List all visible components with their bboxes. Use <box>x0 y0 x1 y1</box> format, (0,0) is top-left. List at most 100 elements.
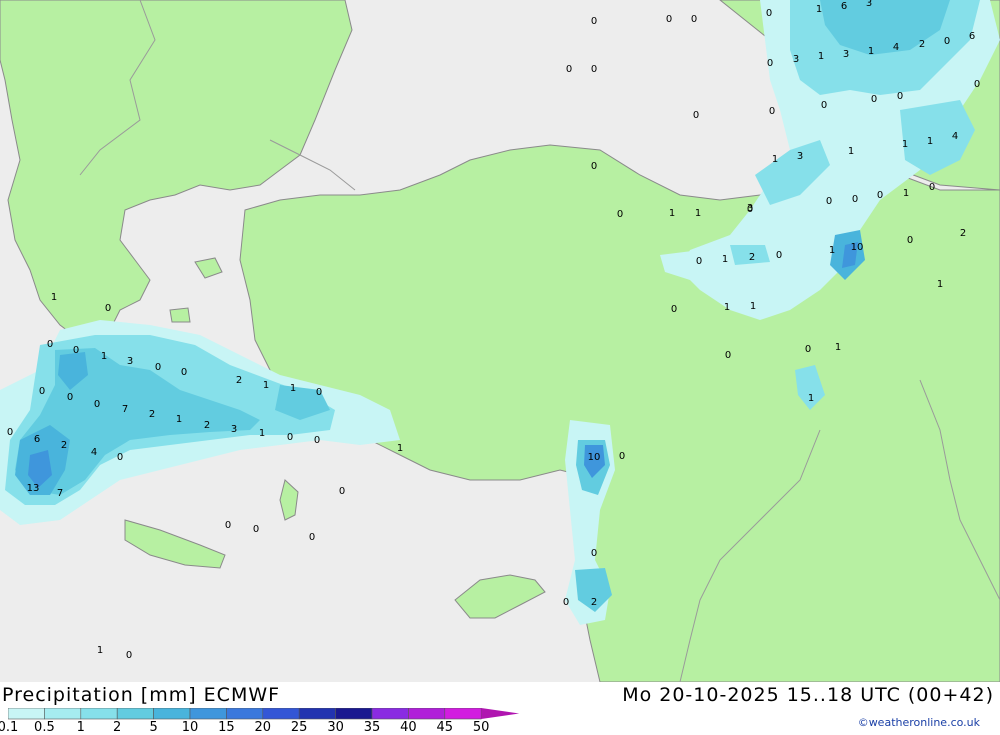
precip-value-label: 0 <box>725 350 731 361</box>
precip-value-label: 3 <box>797 151 803 162</box>
precipitation-map: 0 0 00 1 6 300 003 1 3 1 4 2 0 6000 0011413 100 1 1 030 0 02… <box>0 0 1000 682</box>
legend-color-bar <box>8 708 520 720</box>
precip-value-label: 1 <box>259 428 265 439</box>
precip-value-label: 0 <box>826 196 832 207</box>
precip-value-label: 4 <box>91 447 97 458</box>
legend-swatch <box>444 708 482 720</box>
precip-value-label: 1 <box>816 4 822 15</box>
precip-value-label: 1 <box>695 208 701 219</box>
precip-value-label: 0 <box>94 399 100 410</box>
precip-value-label: 7 <box>57 488 63 499</box>
precip-value-label: 0 <box>929 182 935 193</box>
precipitation-legend: 0.1 0.5 1 2 5 10 15 20 25 30 35 40 45 50 <box>0 708 528 735</box>
precip-value-label: 0 <box>805 344 811 355</box>
legend-swatch <box>44 708 82 720</box>
precip-value-label: 3 <box>793 54 799 65</box>
precip-value-label: 4 <box>952 131 958 142</box>
precip-value-label: 2 <box>236 375 242 386</box>
precip-value-label: 0 <box>225 520 231 531</box>
precip-value-label: 0 <box>67 392 73 403</box>
precip-value-label: 1 <box>868 46 874 57</box>
legend-swatch <box>8 708 45 720</box>
precip-value-label: 1 <box>397 443 403 454</box>
precip-value-label: 0 <box>126 650 132 661</box>
precip-value-label: 0 <box>907 235 913 246</box>
precip-value-label: 0 <box>666 14 672 25</box>
precip-value-label: 0 <box>591 548 597 559</box>
legend-overflow-arrow <box>481 708 520 719</box>
precip-value-label: 3 <box>843 49 849 60</box>
precip-value-label: 0 <box>871 94 877 105</box>
precip-value-label: 0 <box>39 386 45 397</box>
precip-value-label: 1 <box>772 154 778 165</box>
precip-value-label: 1 <box>97 645 103 656</box>
precip-value-label: 0 <box>617 209 623 220</box>
precip-value-label: 1 <box>927 136 933 147</box>
legend-swatch <box>262 708 300 720</box>
precip-value-label: 0 <box>591 161 597 172</box>
precip-value-label: 3 <box>747 203 753 214</box>
precip-value-label: 1 <box>903 188 909 199</box>
legend-swatch <box>80 708 118 720</box>
precip-value-label: 0 <box>776 250 782 261</box>
legend-swatch <box>371 708 409 720</box>
precip-value-label: 0 <box>877 190 883 201</box>
precip-value-label: 1 <box>176 414 182 425</box>
precip-value-label: 0 <box>619 451 625 462</box>
precip-value-label: 0 <box>287 432 293 443</box>
precip-value-label: 0 <box>253 524 259 535</box>
precip-value-label: 0 <box>974 79 980 90</box>
precip-value-label: 3 <box>866 0 872 9</box>
precip-value-label: 2 <box>61 440 67 451</box>
precip-value-label: 3 <box>127 356 133 367</box>
precip-value-label: 0 <box>691 14 697 25</box>
precip-value-label: 0 <box>339 486 345 497</box>
precip-value-label: 10 <box>851 242 864 253</box>
precip-value-label: 4 <box>893 42 899 53</box>
precip-value-label: 1 <box>808 393 814 404</box>
precip-value-label: 0 <box>73 345 79 356</box>
precip-value-label: 0 <box>316 387 322 398</box>
legend-swatch <box>226 708 264 720</box>
precip-value-label: 1 <box>669 208 675 219</box>
precip-value-label: 2 <box>204 420 210 431</box>
precip-value-label: 2 <box>749 252 755 263</box>
precip-value-label: 0 <box>7 427 13 438</box>
precip-value-label: 0 <box>181 367 187 378</box>
precip-value-label: 0 <box>563 597 569 608</box>
precip-value-label: 1 <box>51 292 57 303</box>
legend-swatch <box>153 708 191 720</box>
precip-value-label: 2 <box>591 597 597 608</box>
precip-value-label: 6 <box>841 1 847 12</box>
precip-value-label: 1 <box>290 383 296 394</box>
precip-value-label: 0 <box>693 110 699 121</box>
precip-value-label: 13 <box>27 483 40 494</box>
precip-value-label: 0 <box>591 64 597 75</box>
precip-value-label: 0 <box>671 304 677 315</box>
precip-value-label: 0 <box>767 58 773 69</box>
precip-value-label: 1 <box>835 342 841 353</box>
precip-value-label: 1 <box>724 302 730 313</box>
precip-value-label: 0 <box>766 8 772 19</box>
precip-value-label: 0 <box>566 64 572 75</box>
precip-value-label: 3 <box>231 424 237 435</box>
precip-value-label: 2 <box>149 409 155 420</box>
precip-value-label: 1 <box>722 254 728 265</box>
legend-swatch <box>408 708 446 720</box>
precip-value-label: 1 <box>263 380 269 391</box>
precip-value-label: 0 <box>105 303 111 314</box>
precip-value-label: 7 <box>122 404 128 415</box>
precip-value-label: 2 <box>919 39 925 50</box>
precip-value-label: 1 <box>848 146 854 157</box>
precip-value-label: 1 <box>750 301 756 312</box>
legend-swatch <box>189 708 227 720</box>
credit-link[interactable]: ©weatheronline.co.uk <box>858 716 980 729</box>
precip-value-label: 0 <box>821 100 827 111</box>
precip-value-label: 1 <box>101 351 107 362</box>
precip-value-label: 0 <box>155 362 161 373</box>
map-title: Precipitation [mm] ECMWF <box>2 684 281 706</box>
precip-value-label: 1 <box>902 139 908 150</box>
precip-value-label: 0 <box>897 91 903 102</box>
precip-value-label: 6 <box>34 434 40 445</box>
precip-value-label: 2 <box>960 228 966 239</box>
